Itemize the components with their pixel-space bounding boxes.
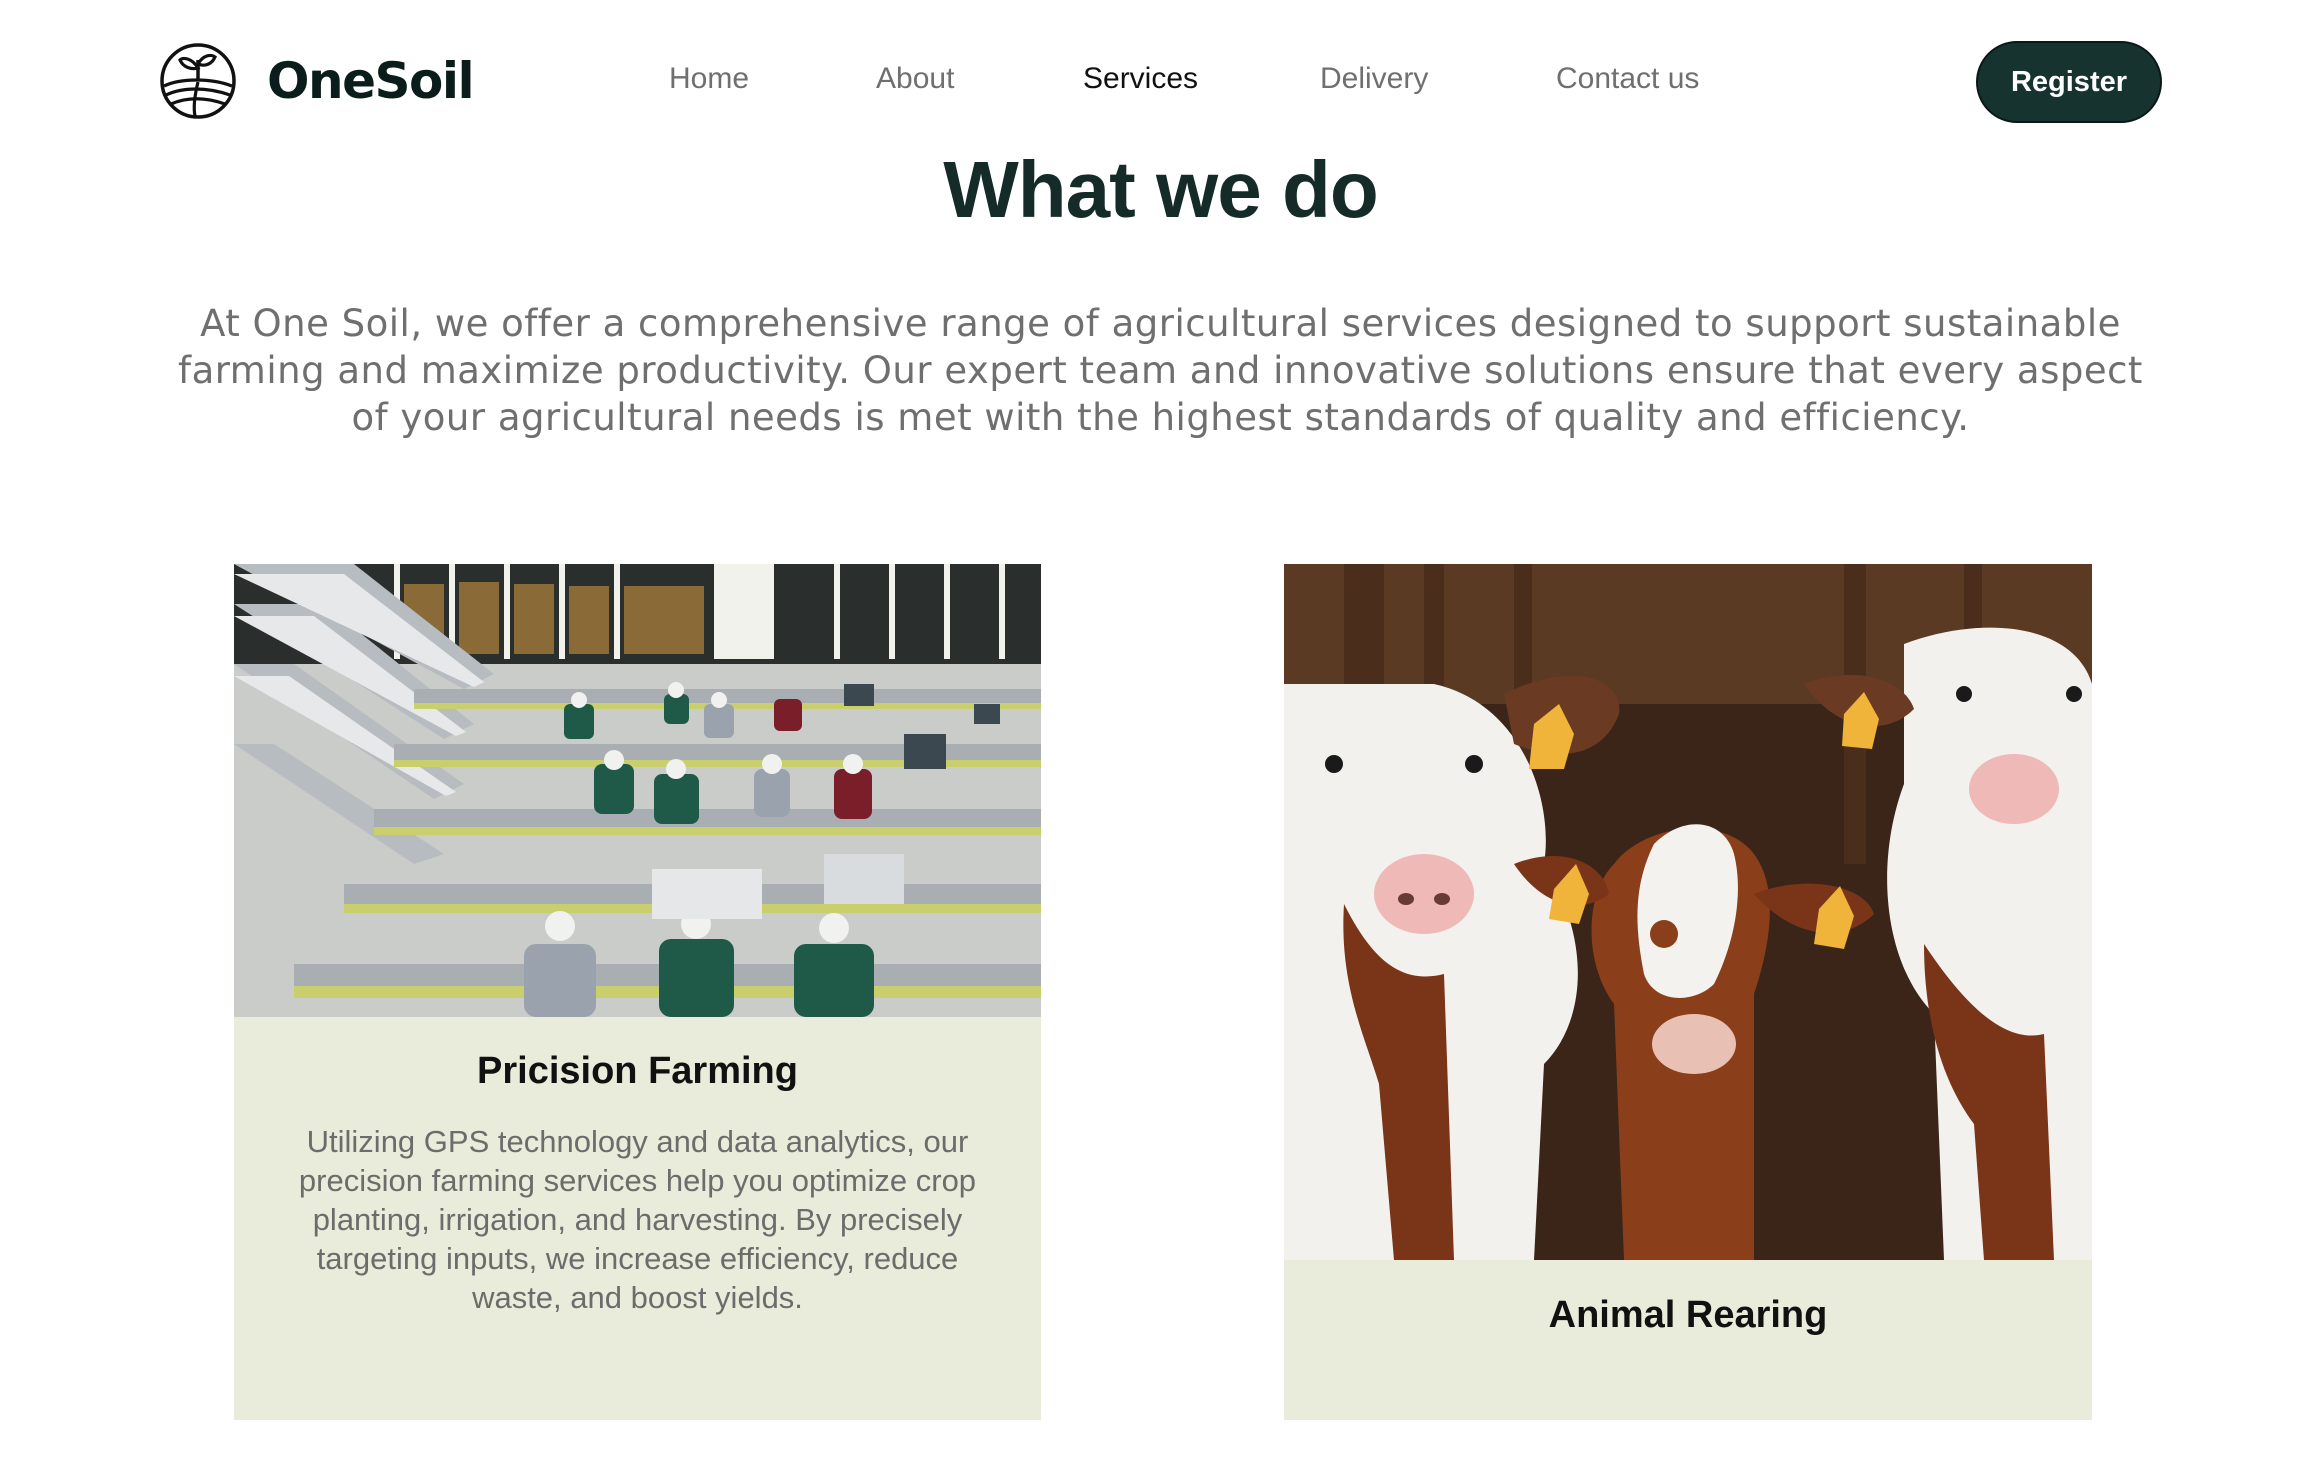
nav-item-contact-us[interactable]: Contact us: [1556, 62, 1699, 96]
service-title: Pricision Farming: [477, 1050, 798, 1092]
page-title: What we do: [943, 145, 1378, 234]
main-nav: Home About Services Delivery Contact us: [0, 62, 2321, 102]
nav-item-delivery[interactable]: Delivery: [1320, 62, 1428, 96]
nav-item-home[interactable]: Home: [669, 62, 749, 96]
cows-photo: [1284, 564, 2092, 1260]
service-title: Animal Rearing: [1548, 1294, 1828, 1336]
service-card-animal-rearing[interactable]: Animal Rearing: [1284, 564, 2092, 1420]
nav-item-about[interactable]: About: [876, 62, 954, 96]
register-button[interactable]: Register: [1976, 41, 2162, 123]
service-card-precision-farming[interactable]: Pricision Farming Utilizing GPS technolo…: [234, 564, 1041, 1420]
intro-paragraph: At One Soil, we offer a comprehensive ra…: [178, 302, 2143, 439]
nav-item-services[interactable]: Services: [1083, 62, 1198, 96]
service-description: Utilizing GPS technology and data analyt…: [298, 1124, 977, 1315]
processing-facility-photo: [234, 564, 1041, 1017]
site-header: OneSoil Home About Services Delivery Con…: [0, 0, 2321, 160]
